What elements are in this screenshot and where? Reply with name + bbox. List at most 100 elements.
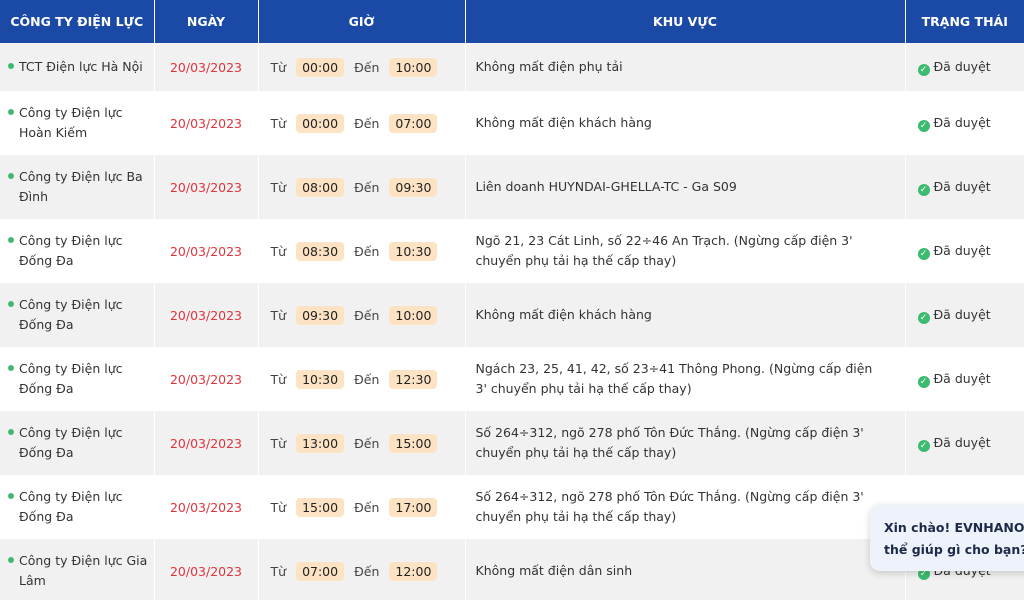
from-label: Từ bbox=[270, 371, 287, 387]
header-time: GIỜ bbox=[258, 0, 466, 43]
status-dot-icon bbox=[8, 301, 14, 307]
status-cell: ✓Đã duyệt bbox=[905, 219, 1024, 283]
header-company: CÔNG TY ĐIỆN LỰC bbox=[0, 0, 155, 43]
status-dot-icon bbox=[8, 109, 14, 115]
company-name: Công ty Điện lực Đống Đa bbox=[19, 489, 123, 524]
date-cell: 20/03/2023 bbox=[154, 411, 259, 475]
start-time-badge: 08:00 bbox=[296, 177, 345, 197]
table-row: Công ty Điện lực Đống Đa 20/03/2023 Từ 10:3… bbox=[0, 347, 1024, 411]
status-dot-icon bbox=[8, 63, 14, 69]
table-row: Công ty Điện lực Đống Đa 20/03/2023 Từ 09:3… bbox=[0, 283, 1024, 347]
company-cell: Công ty Điện lực Gia Lâm bbox=[0, 539, 155, 600]
chat-greeting-bubble[interactable]: Xin chào! EVNHANOI c thể giúp gì cho bạn… bbox=[870, 505, 1024, 571]
time-cell: Từ 00:00 Đến 10:00 bbox=[258, 43, 466, 91]
to-label: Đến bbox=[354, 59, 380, 75]
end-time-badge: 09:30 bbox=[389, 177, 438, 197]
company-cell: Công ty Điện lực Đống Đa bbox=[0, 283, 155, 347]
end-time-badge: 07:00 bbox=[389, 113, 438, 133]
company-name: Công ty Điện lực Hoàn Kiếm bbox=[19, 105, 123, 140]
status-dot-icon bbox=[8, 237, 14, 243]
chat-greeting-line2: thể giúp gì cho bạn? bbox=[884, 542, 1024, 557]
time-cell: Từ 00:00 Đến 07:00 bbox=[258, 91, 466, 155]
company-name: Công ty Điện lực Gia Lâm bbox=[19, 553, 148, 588]
chat-greeting-line1: Xin chào! EVNHANOI c bbox=[884, 520, 1024, 535]
from-label: Từ bbox=[270, 563, 287, 579]
status-dot-icon bbox=[8, 429, 14, 435]
time-cell: Từ 07:00 Đến 12:00 bbox=[258, 539, 466, 600]
company-cell: TCT Điện lực Hà Nội bbox=[0, 43, 155, 91]
from-label: Từ bbox=[270, 499, 287, 515]
from-label: Từ bbox=[270, 243, 287, 259]
status-label: Đã duyệt bbox=[933, 242, 991, 258]
area-cell: Không mất điện phụ tải bbox=[465, 43, 906, 91]
status-cell: ✓Đã duyệt bbox=[905, 347, 1024, 411]
area-cell: Số 264÷312, ngõ 278 phố Tôn Đức Thắng. (… bbox=[465, 411, 906, 475]
status-label: Đã duyệt bbox=[933, 178, 991, 194]
company-cell: Công ty Điện lực Đống Đa bbox=[0, 411, 155, 475]
company-cell: Công ty Điện lực Ba Đình bbox=[0, 155, 155, 219]
header-date: NGÀY bbox=[154, 0, 259, 43]
start-time-badge: 08:30 bbox=[296, 241, 345, 261]
area-cell: Không mất điện khách hàng bbox=[465, 283, 906, 347]
end-time-badge: 15:00 bbox=[389, 433, 438, 453]
end-time-badge: 10:00 bbox=[389, 57, 438, 77]
to-label: Đến bbox=[354, 243, 380, 259]
check-circle-icon: ✓ bbox=[917, 375, 930, 388]
company-name: TCT Điện lực Hà Nội bbox=[19, 59, 143, 74]
check-circle-icon: ✓ bbox=[917, 311, 930, 324]
status-label: Đã duyệt bbox=[933, 306, 991, 322]
date-cell: 20/03/2023 bbox=[154, 91, 259, 155]
time-cell: Từ 09:30 Đến 10:00 bbox=[258, 283, 466, 347]
from-label: Từ bbox=[270, 179, 287, 195]
check-circle-icon: ✓ bbox=[917, 183, 930, 196]
start-time-badge: 00:00 bbox=[296, 113, 345, 133]
company-name: Công ty Điện lực Đống Đa bbox=[19, 297, 123, 332]
to-label: Đến bbox=[354, 179, 380, 195]
status-cell: ✓Đã duyệt bbox=[905, 155, 1024, 219]
company-name: Công ty Điện lực Đống Đa bbox=[19, 425, 123, 460]
time-cell: Từ 08:00 Đến 09:30 bbox=[258, 155, 466, 219]
end-time-badge: 10:00 bbox=[389, 305, 438, 325]
status-label: Đã duyệt bbox=[933, 114, 991, 130]
time-cell: Từ 13:00 Đến 15:00 bbox=[258, 411, 466, 475]
start-time-badge: 13:00 bbox=[296, 433, 345, 453]
date-cell: 20/03/2023 bbox=[154, 475, 259, 539]
status-label: Đã duyệt bbox=[933, 434, 991, 450]
header-area: KHU VỰC bbox=[465, 0, 906, 43]
end-time-badge: 17:00 bbox=[389, 497, 438, 517]
status-dot-icon bbox=[8, 173, 14, 179]
table-row: Công ty Điện lực Hoàn Kiếm 20/03/2023 Từ 00… bbox=[0, 91, 1024, 155]
company-cell: Công ty Điện lực Hoàn Kiếm bbox=[0, 91, 155, 155]
status-dot-icon bbox=[8, 557, 14, 563]
status-dot-icon bbox=[8, 365, 14, 371]
area-cell: Liên doanh HUYNDAI-GHELLA-TC - Ga S09 bbox=[465, 155, 906, 219]
company-cell: Công ty Điện lực Đống Đa bbox=[0, 219, 155, 283]
table-row: Công ty Điện lực Ba Đình 20/03/2023 Từ 08:0… bbox=[0, 155, 1024, 219]
from-label: Từ bbox=[270, 115, 287, 131]
start-time-badge: 07:00 bbox=[296, 561, 345, 581]
start-time-badge: 09:30 bbox=[296, 305, 345, 325]
company-name: Công ty Điện lực Đống Đa bbox=[19, 233, 123, 268]
time-cell: Từ 15:00 Đến 17:00 bbox=[258, 475, 466, 539]
date-cell: 20/03/2023 bbox=[154, 155, 259, 219]
area-cell: Không mất điện khách hàng bbox=[465, 91, 906, 155]
date-cell: 20/03/2023 bbox=[154, 43, 259, 91]
company-name: Công ty Điện lực Đống Đa bbox=[19, 361, 123, 396]
start-time-badge: 10:30 bbox=[296, 369, 345, 389]
company-cell: Công ty Điện lực Đống Đa bbox=[0, 475, 155, 539]
end-time-badge: 12:30 bbox=[389, 369, 438, 389]
date-cell: 20/03/2023 bbox=[154, 347, 259, 411]
time-cell: Từ 08:30 Đến 10:30 bbox=[258, 219, 466, 283]
status-label: Đã duyệt bbox=[933, 58, 991, 74]
date-cell: 20/03/2023 bbox=[154, 283, 259, 347]
area-cell: Không mất điện dân sinh bbox=[465, 539, 906, 600]
status-cell: ✓Đã duyệt bbox=[905, 43, 1024, 91]
status-dot-icon bbox=[8, 493, 14, 499]
check-circle-icon: ✓ bbox=[917, 119, 930, 132]
start-time-badge: 15:00 bbox=[296, 497, 345, 517]
from-label: Từ bbox=[270, 59, 287, 75]
table-row: Công ty Điện lực Đống Đa 20/03/2023 Từ 13:0… bbox=[0, 411, 1024, 475]
check-circle-icon: ✓ bbox=[917, 247, 930, 260]
to-label: Đến bbox=[354, 499, 380, 515]
status-cell: ✓Đã duyệt bbox=[905, 91, 1024, 155]
